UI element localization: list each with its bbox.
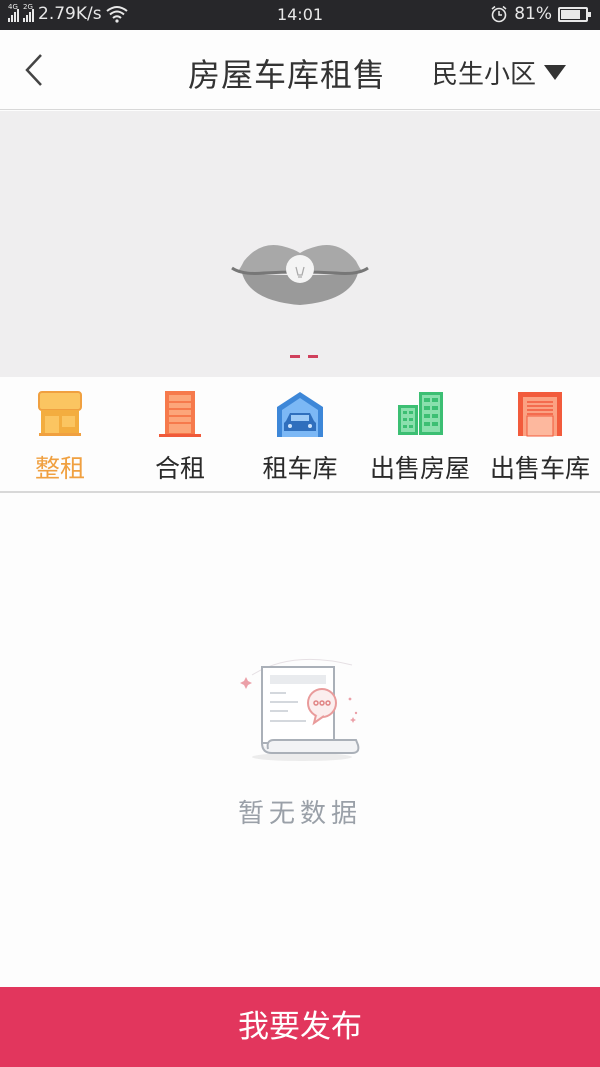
battery-percent: 81%: [514, 4, 552, 24]
garage-door-icon: [518, 392, 562, 437]
header: 房屋车库租售 民生小区: [0, 30, 600, 110]
battery-icon: [558, 6, 591, 22]
banner-carousel[interactable]: [0, 111, 600, 377]
category-nav: 整租 合租 租车库 出售房屋 出售车库: [0, 377, 600, 493]
nav-item-sell-garage[interactable]: 出售车库: [480, 377, 600, 491]
empty-state: 暂无数据: [0, 495, 600, 987]
indicator-dot: [308, 355, 318, 358]
shop-icon: [38, 391, 82, 436]
empty-document-icon: [240, 658, 360, 761]
alarm-icon: [491, 5, 507, 23]
triangle-down-icon: [544, 65, 567, 80]
building-icon: [159, 391, 201, 437]
chevron-left-icon: [25, 54, 42, 86]
garage-car-icon: [277, 392, 323, 437]
nav-item-whole-rent[interactable]: 整租: [0, 377, 120, 491]
nav-label: 出售房屋: [369, 454, 470, 483]
battery-fill: [561, 9, 581, 19]
nav-item-shared-rent[interactable]: 合租: [120, 377, 240, 491]
page-title: 房屋车库租售: [188, 56, 387, 94]
office-buildings-icon: [398, 392, 443, 435]
nav-label: 租车库: [262, 454, 338, 483]
nav-label: 出售车库: [489, 454, 590, 483]
publish-button[interactable]: 我要发布: [0, 987, 600, 1067]
community-name: 民生小区: [432, 60, 537, 90]
indicator-dot: [290, 355, 300, 358]
nav-item-rent-garage[interactable]: 租车库: [240, 377, 360, 491]
carousel-indicator: [290, 355, 318, 358]
nav-label: 整租: [34, 454, 85, 483]
nav-item-sell-house[interactable]: 出售房屋: [360, 377, 480, 491]
status-right: 81%: [490, 4, 591, 24]
empty-text: 暂无数据: [237, 799, 362, 829]
back-button[interactable]: [22, 52, 52, 88]
lips-lightbulb-image: [231, 245, 369, 305]
nav-label: 合租: [154, 454, 205, 483]
community-selector[interactable]: 民生小区: [432, 54, 567, 91]
status-bar: 4G 2G 2.79K/s 14:01 81%: [0, 0, 600, 30]
